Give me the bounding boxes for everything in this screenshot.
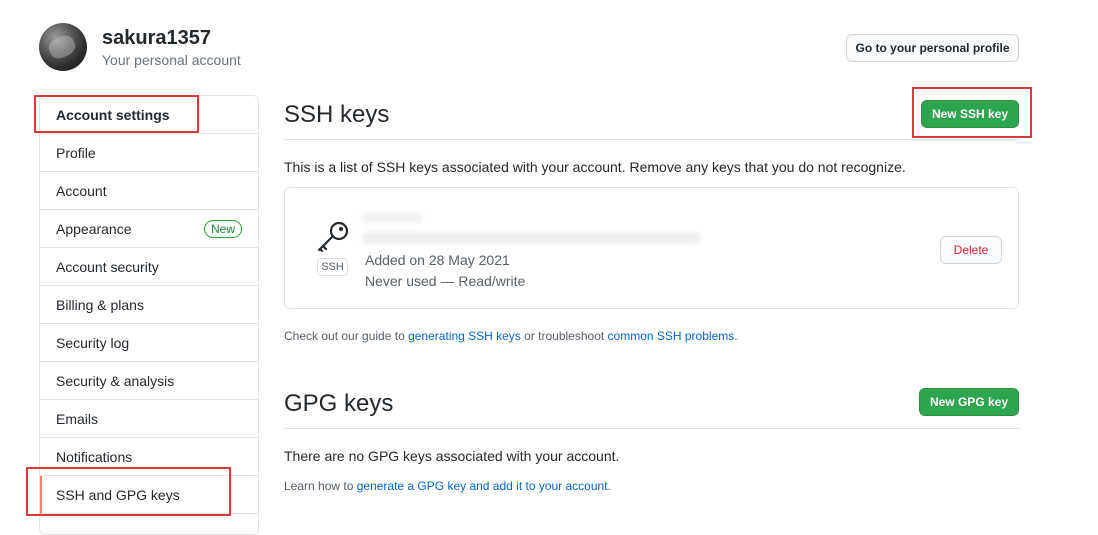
account-subtitle: Your personal account xyxy=(102,52,241,68)
username: sakura1357 xyxy=(102,27,211,49)
sidebar-item-label: Billing & plans xyxy=(56,296,144,313)
sidebar-item-label: Account xyxy=(56,182,107,199)
avatar[interactable] xyxy=(39,23,87,71)
sidebar-item-notifications[interactable]: Notifications xyxy=(40,438,258,476)
sidebar-item-security-analysis[interactable]: Security & analysis xyxy=(40,362,258,400)
sidebar-item-appearance[interactable]: Appearance New xyxy=(40,210,258,248)
sidebar-item-account-security[interactable]: Account security xyxy=(40,248,258,286)
settings-sidebar: Account settings Profile Account Appeara… xyxy=(39,95,259,535)
common-ssh-problems-link[interactable]: common SSH problems xyxy=(608,329,735,343)
learn-prefix: Learn how to xyxy=(284,479,357,493)
key-fingerprint-redacted xyxy=(362,232,700,244)
sidebar-item-label: SSH and GPG keys xyxy=(56,486,180,503)
sidebar-item-label: Security log xyxy=(56,334,130,351)
sidebar-item-account[interactable]: Account xyxy=(40,172,258,210)
gpg-learn-text: Learn how to generate a GPG key and add … xyxy=(284,479,611,493)
go-to-profile-button[interactable]: Go to your personal profile xyxy=(846,34,1019,62)
sidebar-item-label: Account security xyxy=(56,258,159,275)
generating-ssh-keys-link[interactable]: generating SSH keys xyxy=(408,329,521,343)
ssh-divider xyxy=(284,139,1019,140)
key-icon xyxy=(317,221,349,253)
sidebar-item-label: Emails xyxy=(56,410,99,427)
sidebar-item-profile[interactable]: Profile xyxy=(40,134,258,172)
new-badge: New xyxy=(203,220,242,238)
ssh-keys-heading: SSH keys xyxy=(284,101,390,128)
delete-key-button[interactable]: Delete xyxy=(940,236,1002,264)
ssh-guide-text: Check out our guide to generating SSH ke… xyxy=(284,329,738,343)
sidebar-item-label: Appearance xyxy=(56,220,132,237)
gpg-divider xyxy=(284,428,1019,429)
sidebar-header: Account settings xyxy=(40,96,258,134)
new-ssh-key-button[interactable]: New SSH key xyxy=(921,100,1019,128)
guide-middle: or troubleshoot xyxy=(520,329,608,343)
generate-gpg-key-link[interactable]: generate a GPG key and add it to your ac… xyxy=(357,479,608,493)
gpg-keys-heading: GPG keys xyxy=(284,390,394,417)
ssh-label-badge: SSH xyxy=(317,258,348,276)
sidebar-item-label: Notifications xyxy=(56,448,133,465)
ssh-key-item xyxy=(284,187,1019,309)
key-title-redacted xyxy=(362,213,422,223)
key-usage: Never used — Read/write xyxy=(365,273,526,289)
ssh-description: This is a list of SSH keys associated wi… xyxy=(284,159,906,175)
sidebar-item-label: Security & analysis xyxy=(56,372,175,389)
guide-prefix: Check out our guide to xyxy=(284,329,409,343)
key-added-date: Added on 28 May 2021 xyxy=(365,252,510,268)
gpg-empty-message: There are no GPG keys associated with yo… xyxy=(284,448,620,464)
new-gpg-key-button[interactable]: New GPG key xyxy=(919,388,1019,416)
sidebar-item-ssh-gpg-keys[interactable]: SSH and GPG keys xyxy=(40,476,258,514)
sidebar-item-security-log[interactable]: Security log xyxy=(40,324,258,362)
sidebar-item-emails[interactable]: Emails xyxy=(40,400,258,438)
guide-suffix: . xyxy=(734,329,738,343)
sidebar-item-billing[interactable]: Billing & plans xyxy=(40,286,258,324)
learn-suffix: . xyxy=(607,479,611,493)
sidebar-item-label: Profile xyxy=(56,144,96,161)
